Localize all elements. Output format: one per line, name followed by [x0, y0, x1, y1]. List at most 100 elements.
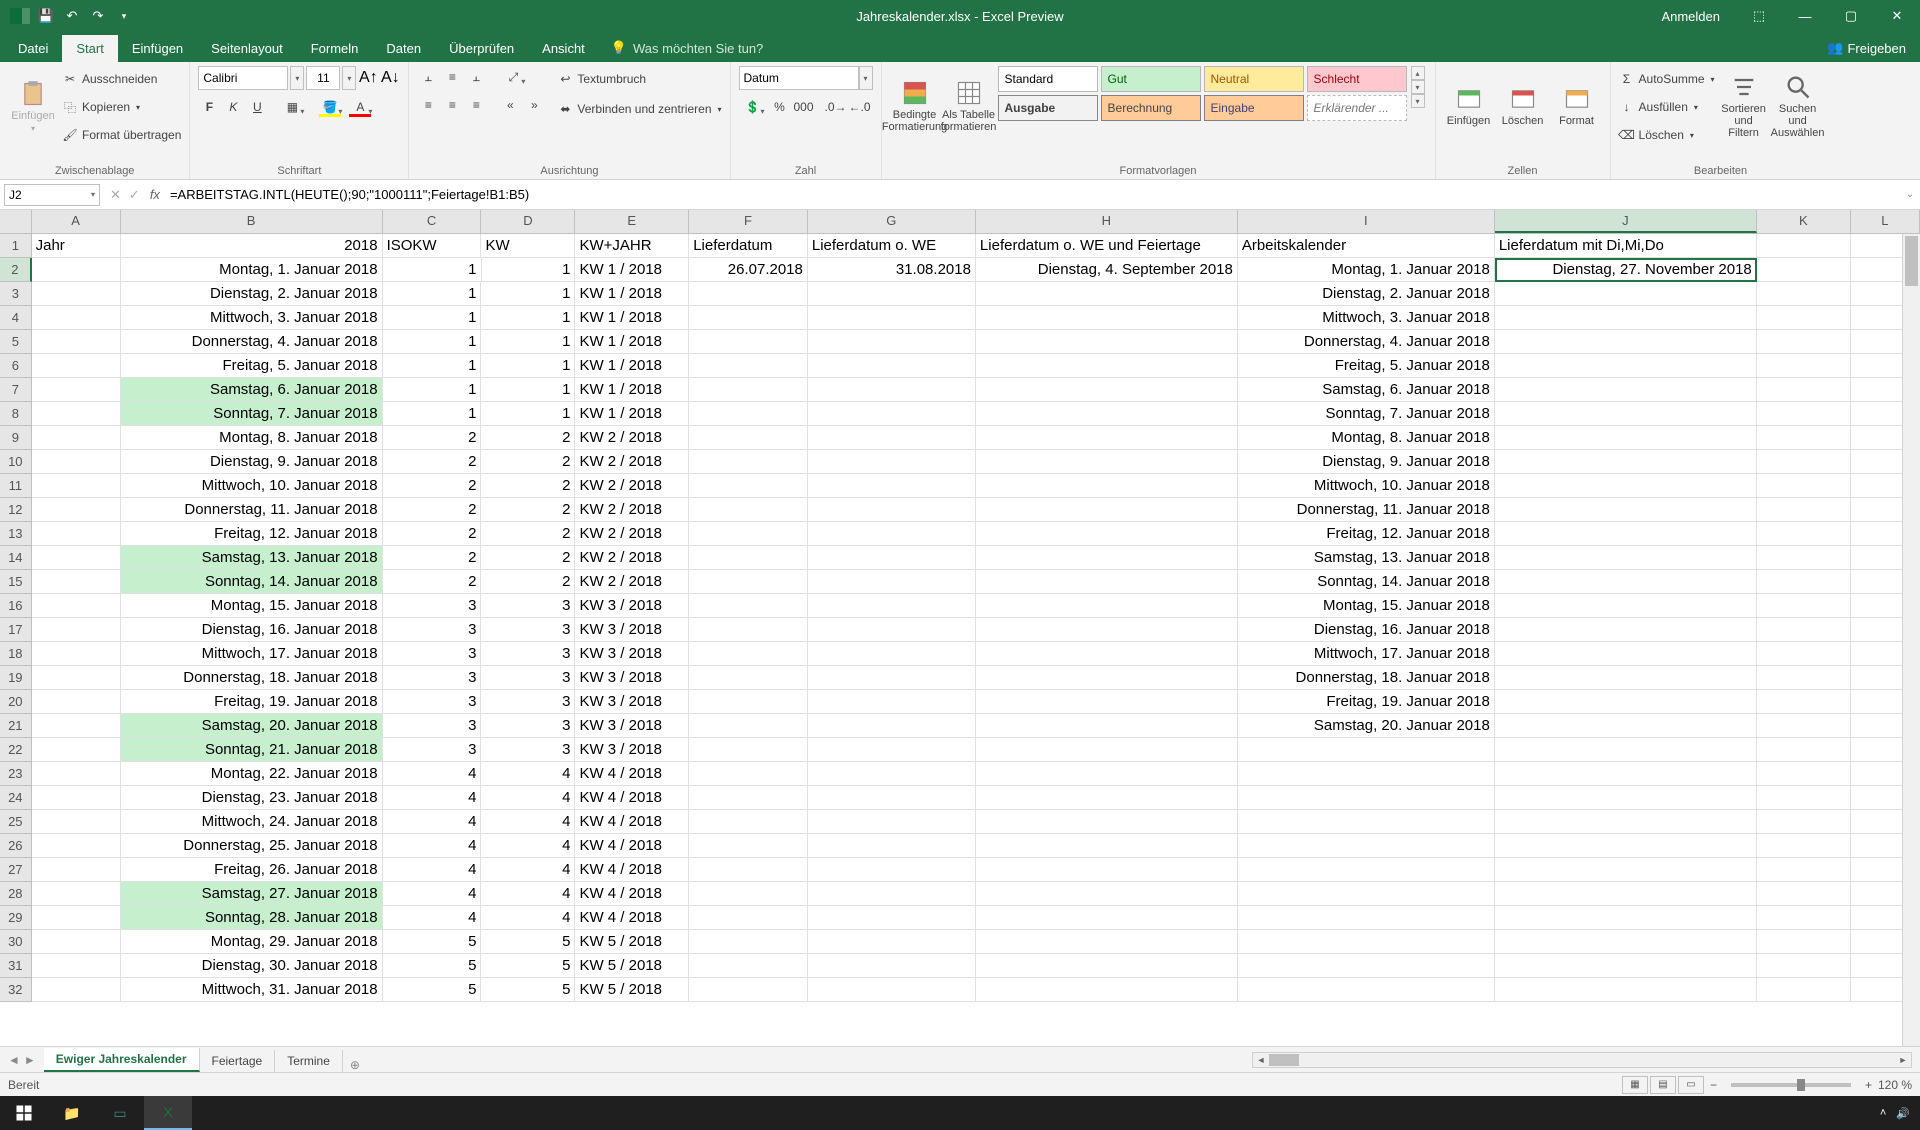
styles-scroll-down-icon[interactable]: ▾: [1411, 80, 1425, 94]
cell[interactable]: Dienstag, 2. Januar 2018: [1238, 282, 1495, 306]
sort-filter-button[interactable]: Sortieren und Filtern: [1719, 66, 1769, 146]
cell[interactable]: [689, 618, 808, 642]
cell[interactable]: Freitag, 5. Januar 2018: [121, 354, 383, 378]
cell[interactable]: [808, 834, 976, 858]
cell[interactable]: [1495, 714, 1757, 738]
taskbar-app[interactable]: ▭: [96, 1096, 144, 1130]
cell[interactable]: KW 4 / 2018: [575, 834, 689, 858]
cell[interactable]: [976, 834, 1238, 858]
cell[interactable]: [1757, 954, 1851, 978]
cell[interactable]: [808, 282, 976, 306]
cell[interactable]: [808, 354, 976, 378]
style-berechnung[interactable]: Berechnung: [1101, 95, 1201, 121]
cell[interactable]: [808, 306, 976, 330]
tab-view[interactable]: Ansicht: [528, 35, 599, 62]
cell[interactable]: 2: [383, 498, 482, 522]
cell[interactable]: [1495, 354, 1757, 378]
style-gut[interactable]: Gut: [1101, 66, 1201, 92]
row-header[interactable]: 10: [0, 450, 32, 474]
close-button[interactable]: ✕: [1874, 0, 1920, 32]
cell[interactable]: [1757, 258, 1851, 282]
cell[interactable]: [689, 978, 808, 1002]
cell[interactable]: [32, 282, 121, 306]
cell[interactable]: KW 3 / 2018: [575, 690, 689, 714]
cell[interactable]: [689, 714, 808, 738]
cell[interactable]: Donnerstag, 11. Januar 2018: [1238, 498, 1495, 522]
cell[interactable]: [689, 762, 808, 786]
cell[interactable]: [32, 882, 121, 906]
cell[interactable]: 4: [383, 762, 482, 786]
cell[interactable]: 2: [383, 426, 482, 450]
cell[interactable]: [1757, 306, 1851, 330]
zoom-handle[interactable]: [1797, 1079, 1805, 1091]
row-header[interactable]: 31: [0, 954, 32, 978]
hscroll-left-icon[interactable]: ◄: [1253, 1055, 1269, 1065]
cell[interactable]: [689, 378, 808, 402]
cell[interactable]: 1: [383, 378, 482, 402]
row-header[interactable]: 25: [0, 810, 32, 834]
cell[interactable]: [1757, 858, 1851, 882]
cell[interactable]: [1495, 450, 1757, 474]
decrease-indent-icon[interactable]: «: [499, 94, 521, 116]
style-schlecht[interactable]: Schlecht: [1307, 66, 1407, 92]
cell[interactable]: 3: [383, 690, 482, 714]
number-format-dropdown-icon[interactable]: ▾: [859, 66, 873, 90]
cell[interactable]: [808, 762, 976, 786]
cell[interactable]: [689, 474, 808, 498]
cell[interactable]: [1757, 738, 1851, 762]
cell[interactable]: Donnerstag, 4. Januar 2018: [121, 330, 383, 354]
delete-cells-button[interactable]: Löschen: [1498, 66, 1548, 146]
row-header[interactable]: 19: [0, 666, 32, 690]
cell[interactable]: [1495, 522, 1757, 546]
cell[interactable]: Montag, 1. Januar 2018: [1238, 258, 1495, 282]
cell[interactable]: [1757, 714, 1851, 738]
select-all-corner[interactable]: [0, 210, 32, 233]
row-header[interactable]: 16: [0, 594, 32, 618]
col-F[interactable]: F: [689, 210, 808, 233]
cell-D1[interactable]: KW: [481, 234, 575, 258]
cell[interactable]: [32, 834, 121, 858]
cell[interactable]: [976, 306, 1238, 330]
styles-expand-icon[interactable]: ▾: [1411, 94, 1425, 108]
find-select-button[interactable]: Suchen und Auswählen: [1773, 66, 1823, 146]
cell[interactable]: [1495, 378, 1757, 402]
cell[interactable]: Sonntag, 7. Januar 2018: [1238, 402, 1495, 426]
cell[interactable]: [1757, 978, 1851, 1002]
cell[interactable]: Samstag, 13. Januar 2018: [121, 546, 383, 570]
system-tray[interactable]: ˄ 🔊: [1870, 1107, 1920, 1120]
tray-volume-icon[interactable]: 🔊: [1896, 1107, 1910, 1120]
cell[interactable]: 1: [383, 258, 482, 282]
cell[interactable]: [1757, 762, 1851, 786]
signin-button[interactable]: Anmelden: [1645, 9, 1736, 24]
align-left-icon[interactable]: ≡: [417, 94, 439, 116]
cell[interactable]: 31.08.2018: [808, 258, 976, 282]
cell[interactable]: [808, 426, 976, 450]
cancel-formula-icon[interactable]: ✕: [110, 187, 121, 203]
cell[interactable]: KW 4 / 2018: [575, 762, 689, 786]
cell[interactable]: [808, 402, 976, 426]
cell[interactable]: KW 2 / 2018: [575, 546, 689, 570]
cell[interactable]: [32, 258, 121, 282]
cell[interactable]: 2: [481, 570, 575, 594]
cell[interactable]: 2: [383, 474, 482, 498]
cell[interactable]: 4: [481, 858, 575, 882]
cell[interactable]: [1757, 498, 1851, 522]
cell[interactable]: 1: [481, 306, 575, 330]
col-K[interactable]: K: [1757, 210, 1851, 233]
col-J[interactable]: J: [1495, 210, 1757, 233]
cell[interactable]: 3: [383, 666, 482, 690]
ribbon-display-options-icon[interactable]: ⬚: [1736, 0, 1782, 32]
cell[interactable]: [32, 714, 121, 738]
cell[interactable]: 4: [481, 810, 575, 834]
cell[interactable]: [1238, 834, 1495, 858]
cell[interactable]: [1238, 882, 1495, 906]
cell[interactable]: KW 2 / 2018: [575, 474, 689, 498]
cell[interactable]: [689, 306, 808, 330]
horizontal-scrollbar[interactable]: ◄ ►: [1252, 1052, 1912, 1068]
cell[interactable]: [32, 426, 121, 450]
cell[interactable]: Donnerstag, 18. Januar 2018: [121, 666, 383, 690]
bold-button[interactable]: F: [198, 96, 220, 118]
cell[interactable]: [689, 690, 808, 714]
cell[interactable]: [976, 450, 1238, 474]
cell[interactable]: 5: [481, 954, 575, 978]
